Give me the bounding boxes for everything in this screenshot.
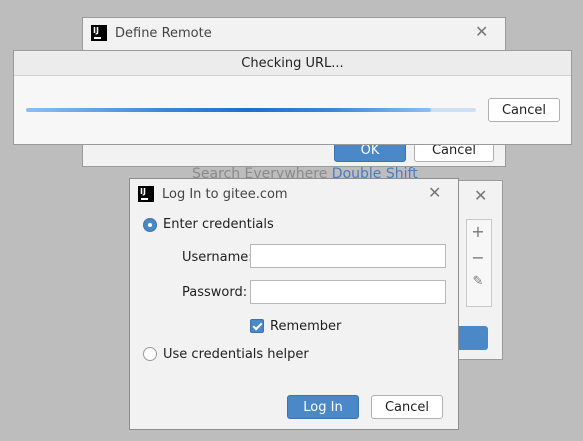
close-icon[interactable]: ✕ <box>428 185 441 201</box>
define-remote-titlebar: IJ Define Remote <box>83 18 505 48</box>
progress-bar <box>26 108 476 112</box>
username-label: Username: <box>182 250 253 265</box>
intellij-logo-icon: IJ <box>138 186 154 202</box>
credentials-helper-radio[interactable] <box>143 347 157 361</box>
checking-cancel-button[interactable]: Cancel <box>488 98 560 122</box>
login-title: Log In to gitee.com <box>162 186 288 202</box>
login-dialog: IJ Log In to gitee.com ✕ Enter credentia… <box>129 178 459 430</box>
credentials-helper-label: Use credentials helper <box>163 347 309 362</box>
checking-url-dialog: Checking URL... Cancel <box>13 50 572 145</box>
close-icon[interactable]: ✕ <box>475 24 488 40</box>
side-toolbar: + − ✎ <box>466 219 492 307</box>
bg-close-icon[interactable]: ✕ <box>474 188 487 204</box>
login-button[interactable]: Log In <box>287 395 359 419</box>
login-cancel-button[interactable]: Cancel <box>371 395 443 419</box>
progress-bar-fill <box>26 108 431 112</box>
login-titlebar: IJ Log In to gitee.com <box>130 179 458 209</box>
username-field[interactable] <box>250 244 446 268</box>
define-remote-title: Define Remote <box>115 25 212 41</box>
checking-url-title: Checking URL... <box>14 51 571 76</box>
intellij-logo-icon: IJ <box>91 25 107 41</box>
edit-icon[interactable]: ✎ <box>468 274 488 289</box>
add-icon[interactable]: + <box>468 222 488 241</box>
remember-label: Remember <box>270 319 342 334</box>
remember-checkbox[interactable] <box>250 319 264 333</box>
credentials-radio[interactable] <box>143 218 157 232</box>
remove-icon[interactable]: − <box>468 248 488 267</box>
password-field[interactable] <box>250 280 446 304</box>
credentials-option-label: Enter credentials <box>163 217 274 232</box>
password-label: Password: <box>182 285 248 300</box>
